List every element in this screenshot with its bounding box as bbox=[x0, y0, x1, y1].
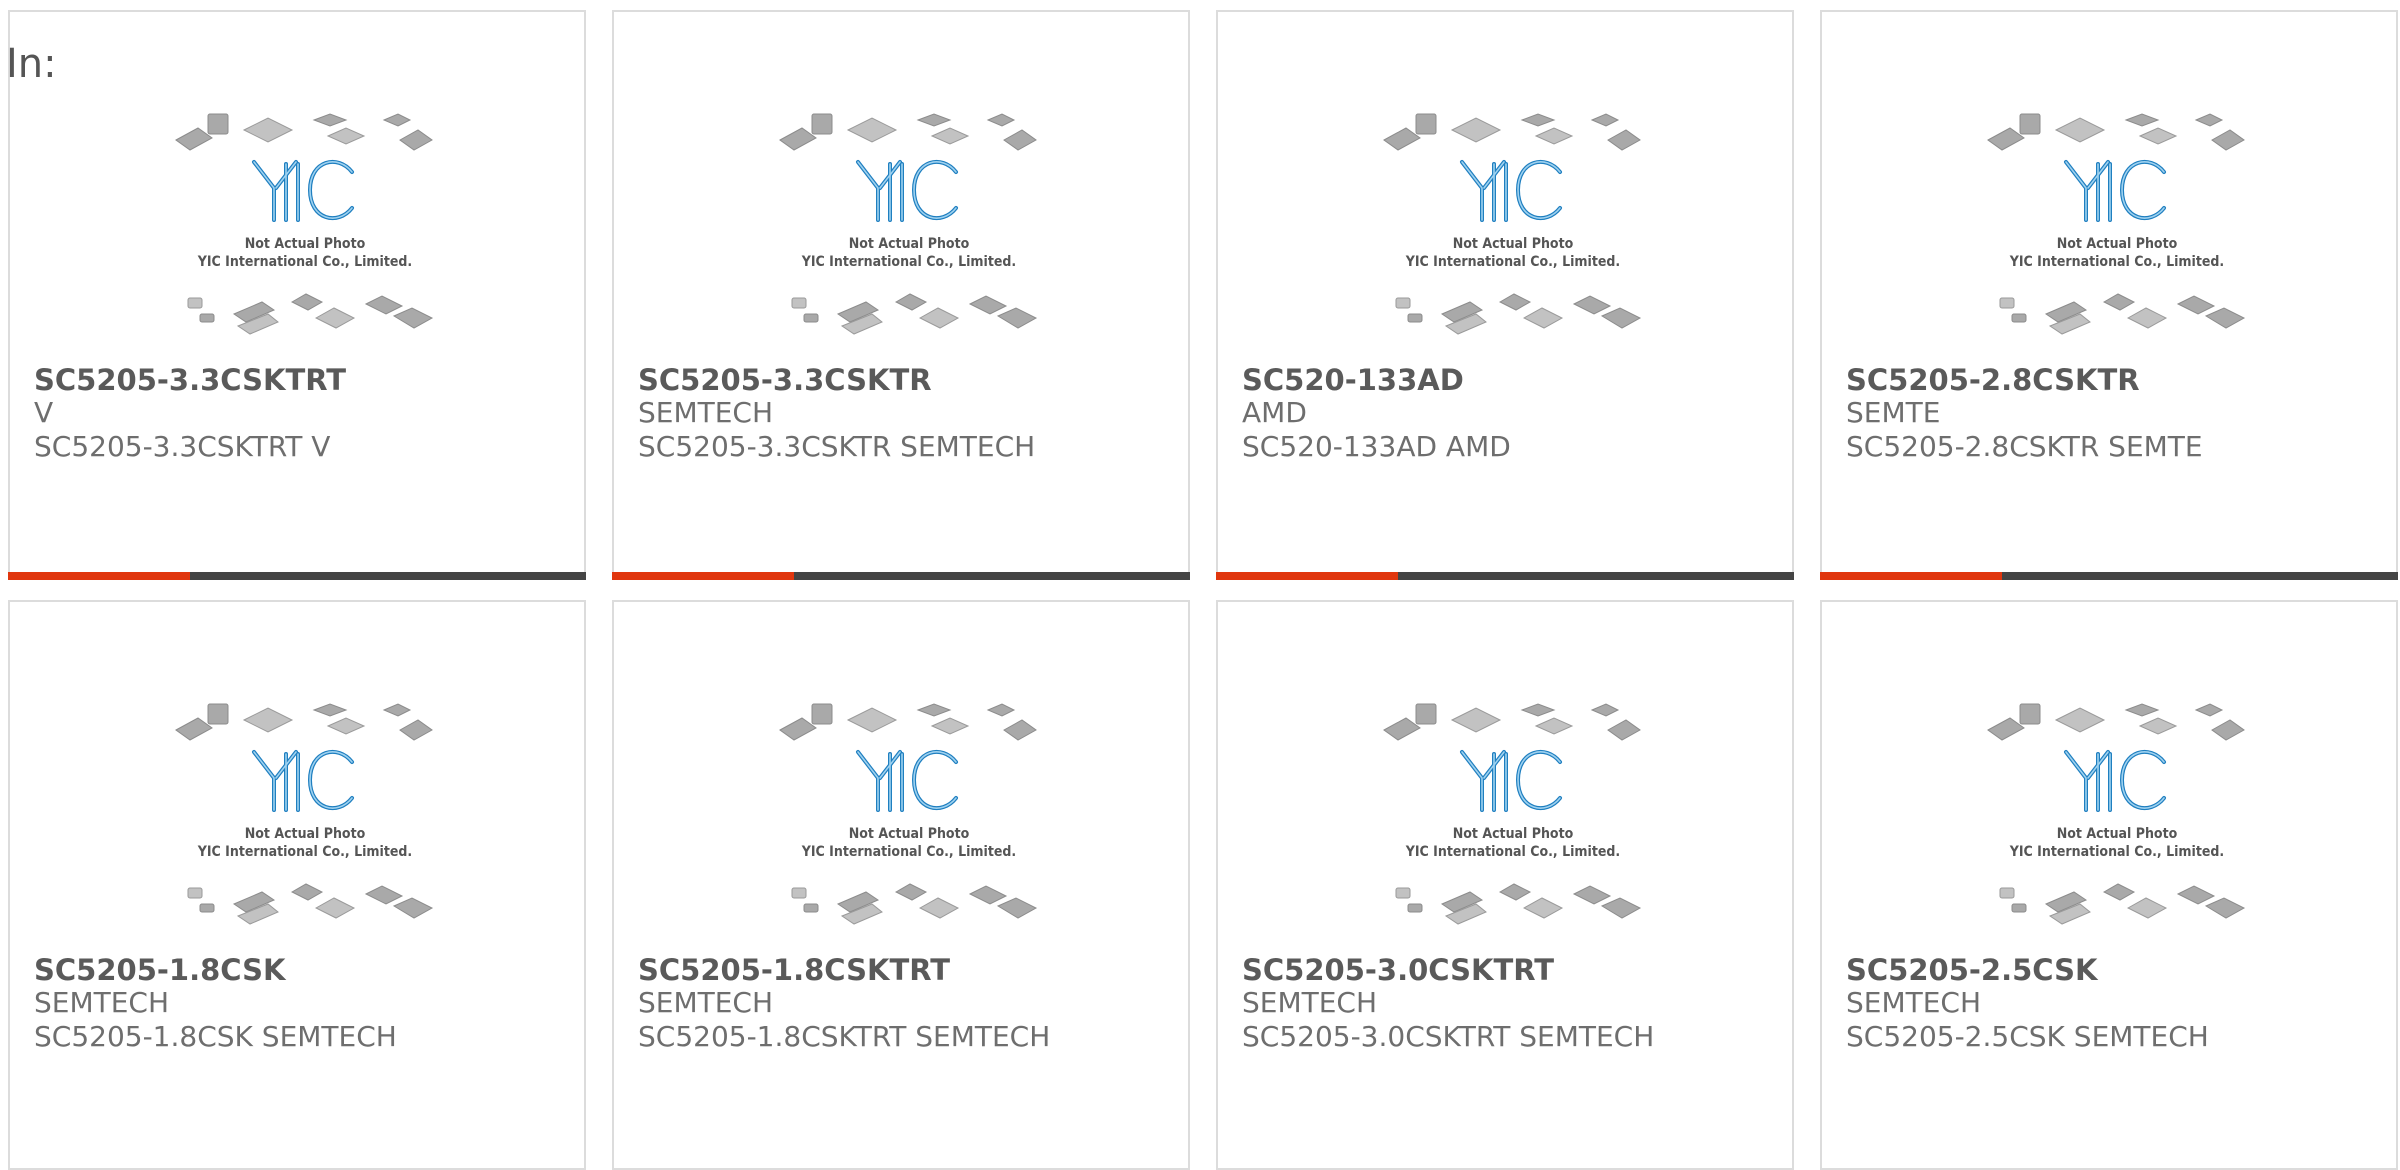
product-card[interactable]: Not Actual Photo YIC International Co., … bbox=[612, 600, 1190, 1170]
product-thumbnail: Not Actual Photo YIC International Co., … bbox=[774, 102, 1044, 352]
product-description: SC5205-2.8CSKTR SEMTE bbox=[1846, 430, 2203, 463]
product-part-number: SC5205-2.5CSK bbox=[1846, 953, 2098, 987]
thumbnail-caption-1: Not Actual Photo bbox=[1453, 236, 1574, 252]
card-bottom-bar bbox=[1216, 572, 1794, 580]
product-part-number: SC5205-1.8CSK bbox=[34, 953, 286, 987]
product-manufacturer: SEMTECH bbox=[1242, 986, 1378, 1019]
yic-logo-icon: Not Actual Photo YIC International Co., … bbox=[779, 113, 1038, 335]
product-card[interactable]: Not Actual Photo YIC International Co., … bbox=[1216, 600, 1794, 1170]
product-thumbnail: Not Actual Photo YIC International Co., … bbox=[1982, 102, 2252, 352]
product-manufacturer: SEMTECH bbox=[638, 986, 774, 1019]
product-description: SC5205-1.8CSKTRT SEMTECH bbox=[638, 1020, 1051, 1053]
product-card[interactable]: Not Actual Photo YIC International Co., … bbox=[1820, 10, 2398, 580]
thumbnail-caption-2: YIC International Co., Limited. bbox=[801, 254, 1016, 270]
product-card[interactable]: Not Actual Photo YIC International Co., … bbox=[8, 600, 586, 1170]
thumbnail-caption-1: Not Actual Photo bbox=[1453, 826, 1574, 842]
product-card[interactable]: Not Actual Photo YIC International Co., … bbox=[612, 10, 1190, 580]
card-bottom-bar bbox=[1820, 572, 2398, 580]
product-card[interactable]: Not Actual Photo YIC International Co., … bbox=[1820, 600, 2398, 1170]
product-description: SC520-133AD AMD bbox=[1242, 430, 1511, 463]
product-description: SC5205-2.5CSK SEMTECH bbox=[1846, 1020, 2209, 1053]
thumbnail-caption-2: YIC International Co., Limited. bbox=[1405, 844, 1620, 860]
product-thumbnail: Not Actual Photo YIC International Co., … bbox=[170, 692, 440, 942]
product-part-number: SC5205-2.8CSKTR bbox=[1846, 363, 2140, 397]
product-grid: Not Actual Photo YIC International Co., … bbox=[0, 0, 2400, 1170]
thumbnail-caption-2: YIC International Co., Limited. bbox=[2009, 254, 2224, 270]
card-accent-fill bbox=[8, 572, 190, 580]
product-part-number: SC5205-1.8CSKTRT bbox=[638, 953, 951, 987]
product-description: SC5205-1.8CSK SEMTECH bbox=[34, 1020, 397, 1053]
card-accent-fill bbox=[1820, 572, 2002, 580]
thumbnail-caption-2: YIC International Co., Limited. bbox=[197, 254, 412, 270]
card-bottom-bar bbox=[8, 572, 586, 580]
yic-logo-icon: Not Actual Photo YIC International Co., … bbox=[779, 703, 1038, 925]
product-card[interactable]: Not Actual Photo YIC International Co., … bbox=[1216, 10, 1794, 580]
yic-logo-icon: Not Actual Photo YIC International Co., … bbox=[1987, 703, 2246, 925]
product-manufacturer: SEMTECH bbox=[638, 396, 774, 429]
yic-logo-icon: Not Actual Photo YIC International Co., … bbox=[1987, 113, 2246, 335]
product-card[interactable]: Not Actual Photo YIC International Co., … bbox=[8, 10, 586, 580]
card-accent-fill bbox=[612, 572, 794, 580]
product-thumbnail: Not Actual Photo YIC International Co., … bbox=[1378, 102, 1648, 352]
product-thumbnail: Not Actual Photo YIC International Co., … bbox=[774, 692, 1044, 942]
card-bottom-bar bbox=[612, 572, 1190, 580]
thumbnail-caption-1: Not Actual Photo bbox=[245, 826, 366, 842]
product-part-number: SC520-133AD bbox=[1242, 363, 1464, 397]
product-manufacturer: SEMTECH bbox=[1846, 986, 1982, 1019]
product-manufacturer: SEMTE bbox=[1846, 396, 1941, 429]
thumbnail-caption-1: Not Actual Photo bbox=[849, 236, 970, 252]
product-manufacturer: V bbox=[34, 396, 54, 429]
thumbnail-caption-1: Not Actual Photo bbox=[849, 826, 970, 842]
product-description: SC5205-3.0CSKTRT SEMTECH bbox=[1242, 1020, 1655, 1053]
thumbnail-caption-2: YIC International Co., Limited. bbox=[197, 844, 412, 860]
product-part-number: SC5205-3.3CSKTR bbox=[638, 363, 932, 397]
thumbnail-caption-2: YIC International Co., Limited. bbox=[801, 844, 1016, 860]
product-thumbnail: Not Actual Photo YIC International Co., … bbox=[1982, 692, 2252, 942]
yic-logo-icon: Not Actual Photo YIC International Co., … bbox=[1383, 113, 1642, 335]
product-part-number: SC5205-3.3CSKTRT bbox=[34, 363, 347, 397]
yic-letters bbox=[252, 159, 354, 222]
thumbnail-caption-2: YIC International Co., Limited. bbox=[2009, 844, 2224, 860]
thumbnail-caption-1: Not Actual Photo bbox=[2057, 236, 2178, 252]
product-manufacturer: SEMTECH bbox=[34, 986, 170, 1019]
thumbnail-caption-1: Not Actual Photo bbox=[245, 236, 366, 252]
chip-icons-top bbox=[175, 113, 433, 151]
yic-logo-icon: Not Actual Photo YIC International Co., … bbox=[1383, 703, 1642, 925]
thumbnail-caption-2: YIC International Co., Limited. bbox=[1405, 254, 1620, 270]
chip-icons-bottom bbox=[187, 293, 434, 335]
product-description: SC5205-3.3CSKTR SEMTECH bbox=[638, 430, 1036, 463]
product-thumbnail: Not Actual Photo YIC International Co., … bbox=[170, 102, 440, 352]
yic-logo-icon: Not Actual Photo YIC International Co., … bbox=[175, 703, 434, 925]
card-accent-fill bbox=[1216, 572, 1398, 580]
yic-logo-icon: Not Actual Photo YIC International Co., … bbox=[175, 113, 434, 335]
thumbnail-caption-1: Not Actual Photo bbox=[2057, 826, 2178, 842]
product-part-number: SC5205-3.0CSKTRT bbox=[1242, 953, 1555, 987]
search-prefix-label: In: bbox=[6, 41, 57, 87]
product-thumbnail: Not Actual Photo YIC International Co., … bbox=[1378, 692, 1648, 942]
product-description: SC5205-3.3CSKTRT V bbox=[34, 430, 331, 463]
product-manufacturer: AMD bbox=[1242, 396, 1307, 429]
